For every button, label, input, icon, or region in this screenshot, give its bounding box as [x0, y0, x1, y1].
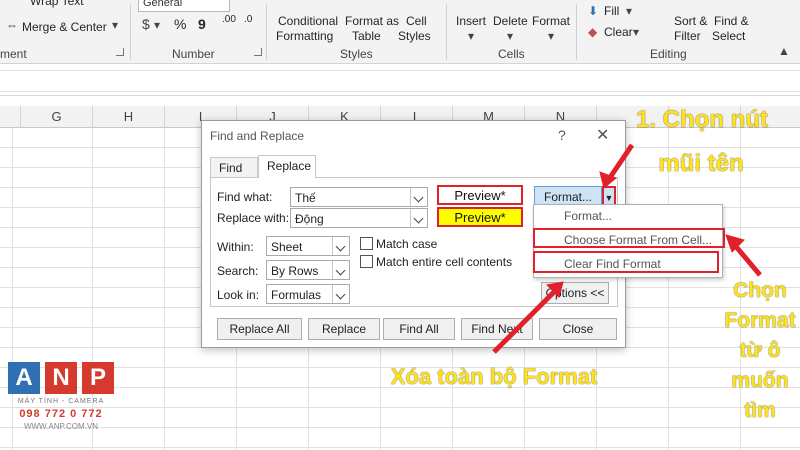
annotation-choose-from-cell: Chọn Format từ ô muốn tìm	[724, 279, 796, 422]
group-label-cells: Cells	[498, 47, 525, 61]
replace-button[interactable]: Replace	[308, 318, 380, 340]
divider	[446, 4, 447, 60]
options-button[interactable]: Options <<	[541, 282, 609, 304]
merge-center-icon: ⇔	[6, 18, 18, 32]
look-in-label: Look in:	[217, 288, 260, 302]
look-in-select[interactable]: Formulas	[266, 284, 350, 304]
fill-button[interactable]: Fill	[604, 4, 619, 18]
group-label-number: Number	[172, 47, 215, 61]
replace-format-preview: Preview*	[437, 207, 523, 227]
format-button[interactable]: Format	[532, 14, 570, 28]
menu-item-format[interactable]: Format...	[564, 209, 612, 223]
insert-button[interactable]: Insert	[456, 14, 486, 28]
chevron-down-icon[interactable]: ▾	[548, 29, 554, 43]
logo-letters: A N P	[8, 362, 114, 394]
increase-decimal-button[interactable]: .00	[222, 14, 236, 25]
eraser-icon: ◆	[588, 25, 598, 39]
alignment-launcher[interactable]	[116, 48, 124, 56]
group-label-styles: Styles	[340, 47, 373, 61]
group-label-editing: Editing	[650, 47, 687, 61]
formula-input[interactable]	[0, 70, 800, 92]
fill-icon: ⬇	[588, 4, 599, 18]
logo-letter-n: N	[45, 362, 77, 394]
column-header-partial[interactable]	[0, 106, 21, 128]
tab-replace[interactable]: Replace	[258, 155, 316, 178]
chevron-down-icon[interactable]: ▾	[626, 4, 632, 18]
search-select[interactable]: By Rows	[266, 260, 350, 280]
find-what-input[interactable]: Thế	[290, 187, 428, 207]
wrap-text-button[interactable]: Wrap Text	[30, 0, 84, 8]
chevron-down-icon[interactable]	[332, 237, 349, 255]
divider	[130, 4, 131, 60]
number-launcher[interactable]	[254, 48, 262, 56]
search-label: Search:	[217, 264, 259, 278]
chevron-down-icon[interactable]: ▾	[112, 18, 118, 32]
replace-all-button[interactable]: Replace All	[217, 318, 302, 340]
annotation-clear-all: Xóa toàn bộ Format	[390, 364, 598, 389]
chevron-down-icon[interactable]: ▾	[468, 29, 474, 43]
find-format-preview: Preview*	[437, 185, 523, 205]
chevron-down-icon[interactable]: ▾	[154, 18, 160, 32]
annotation-step1: 1. Chọn nút mũi tên	[636, 106, 768, 177]
match-entire-label: Match entire cell contents	[376, 255, 513, 269]
match-entire-checkbox[interactable]	[360, 255, 373, 268]
highlight-clear-format	[533, 251, 719, 273]
divider	[266, 4, 267, 60]
close-button[interactable]: Close	[539, 318, 617, 340]
dialog-title: Find and Replace	[210, 129, 305, 143]
percent-button[interactable]: %	[174, 16, 186, 32]
replace-with-input[interactable]: Động	[290, 208, 428, 228]
find-what-label: Find what:	[217, 190, 273, 204]
tab-find[interactable]: Find	[210, 157, 258, 177]
find-all-button[interactable]: Find All	[383, 318, 455, 340]
logo-letter-p: P	[82, 362, 114, 394]
column-header-h[interactable]: H	[93, 106, 165, 128]
delete-button[interactable]: Delete	[493, 14, 528, 28]
replace-with-label: Replace with:	[217, 211, 290, 225]
column-header-g[interactable]: G	[21, 106, 93, 128]
help-button[interactable]: ?	[558, 127, 566, 143]
formula-bar	[0, 66, 800, 96]
merge-center-button[interactable]: Merge & Center	[22, 20, 107, 34]
ribbon: Wrap Text ⇔ Merge & Center ▾ ment Genera…	[0, 0, 800, 64]
divider	[576, 4, 577, 60]
chevron-down-icon[interactable]: ▾	[633, 25, 639, 39]
anp-logo: A N P MÁY TÍNH - CAMERA 098 772 0 772 WW…	[8, 362, 114, 440]
chevron-down-icon[interactable]	[410, 188, 427, 206]
chevron-down-icon[interactable]	[410, 209, 427, 227]
logo-letter-a: A	[8, 362, 40, 394]
logo-tagline: MÁY TÍNH - CAMERA	[17, 398, 105, 405]
chevron-down-icon[interactable]	[332, 261, 349, 279]
decrease-decimal-button[interactable]: .0	[244, 14, 252, 25]
currency-icon[interactable]: $	[142, 16, 150, 32]
chevron-down-icon[interactable]	[332, 285, 349, 303]
within-select[interactable]: Sheet	[266, 236, 350, 256]
close-icon[interactable]: ✕	[596, 125, 609, 145]
find-next-button[interactable]: Find Next	[461, 318, 533, 340]
clear-button[interactable]: Clear	[604, 25, 633, 39]
match-case-checkbox[interactable]	[360, 237, 373, 250]
comma-button[interactable]: 9	[198, 16, 206, 32]
collapse-ribbon-icon[interactable]: ▲	[778, 44, 790, 58]
logo-website: WWW.ANP.COM.VN	[23, 422, 99, 431]
within-label: Within:	[217, 240, 254, 254]
number-format-select[interactable]: General	[138, 0, 230, 12]
group-label-alignment: ment	[0, 47, 27, 61]
highlight-choose-format	[533, 228, 725, 248]
logo-phone: 098 772 0 772	[19, 408, 103, 420]
match-case-label: Match case	[376, 237, 438, 251]
chevron-down-icon[interactable]: ▾	[507, 29, 513, 43]
